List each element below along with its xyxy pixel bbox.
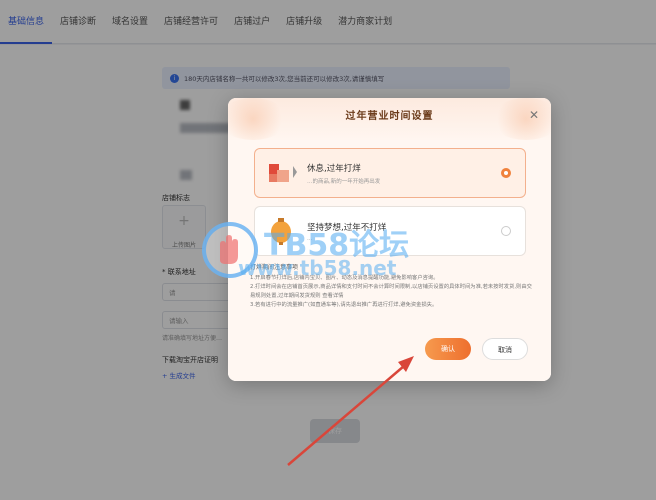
watermark-url: www.tb58.net <box>238 256 397 280</box>
option-2-radio[interactable] <box>501 226 511 236</box>
lantern-decoration-right <box>491 98 551 140</box>
option-1-title: 休息,过年打烊 <box>307 163 361 174</box>
option-stay-open[interactable]: 坚持梦想,过年不打烊 … <box>254 206 526 256</box>
modal-header: 过年营业时间设置 ✕ <box>228 98 551 140</box>
option-2-title: 坚持梦想,过年不打烊 <box>307 222 387 233</box>
tip-item: 3.若有进行中的流量推广(如直通车等),请先退出推广再进行打烊,避免资金损失。 <box>250 302 438 308</box>
cancel-button[interactable]: 取消 <box>482 338 528 360</box>
closed-shop-icon <box>267 158 297 188</box>
lantern-icon <box>267 216 297 246</box>
confirm-button[interactable]: 确认 <box>425 338 471 360</box>
tip-item: 2.打烊时间会在店铺首页展示,商品详情和支付时间不会计算时间限制,以店铺页设置的… <box>250 284 532 299</box>
new-year-hours-modal: 过年营业时间设置 ✕ 休息,过年打烊 …的商品,新的一年开始再出发 坚持梦想,过… <box>228 98 551 381</box>
option-2-desc: … <box>307 235 313 242</box>
option-1-desc: …的商品,新的一年开始再出发 <box>307 178 381 185</box>
option-1-radio[interactable] <box>501 168 511 178</box>
option-close-for-holiday[interactable]: 休息,过年打烊 …的商品,新的一年开始再出发 <box>254 148 526 198</box>
close-icon[interactable]: ✕ <box>529 108 539 122</box>
